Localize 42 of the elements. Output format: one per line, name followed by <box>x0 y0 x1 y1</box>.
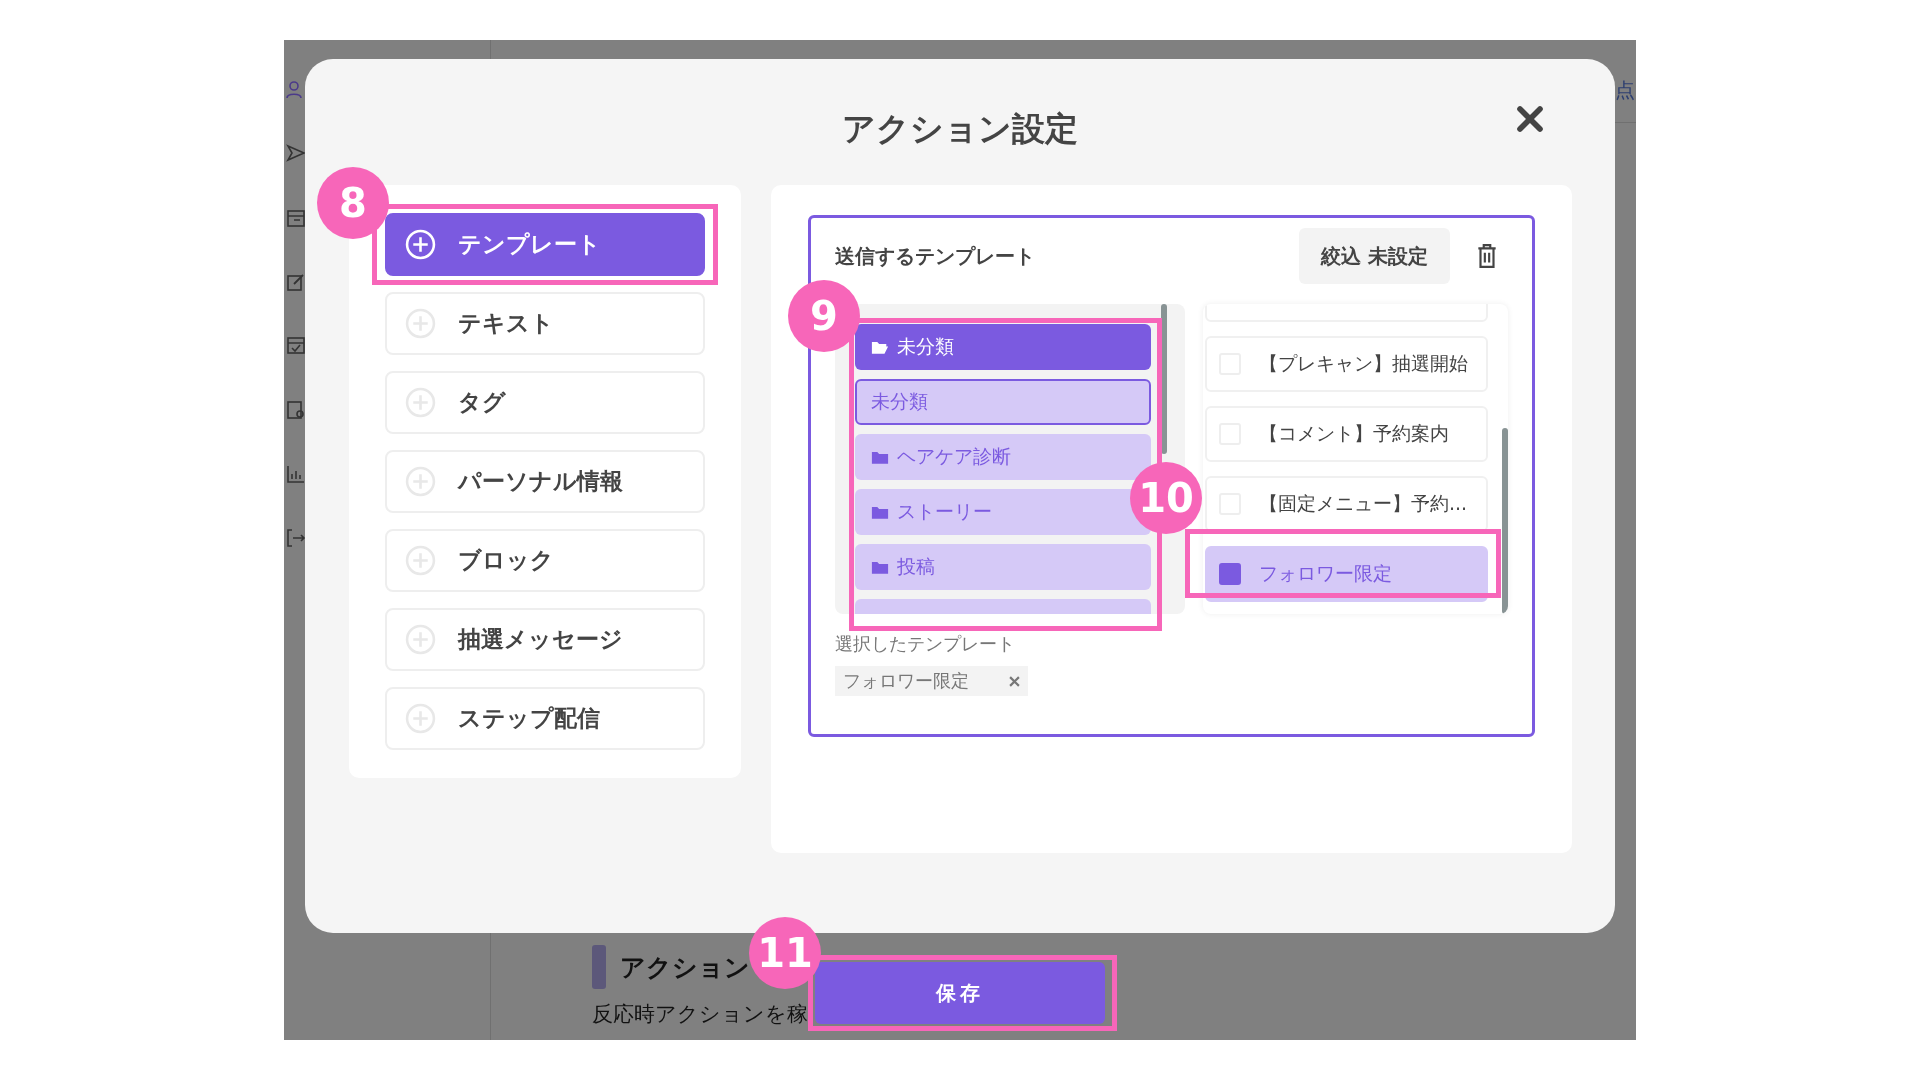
modal-title: アクション設定 <box>842 107 1078 150</box>
action-type-button[interactable]: テキスト <box>385 292 705 355</box>
accent-bar <box>592 945 606 989</box>
template-name: フォロワー限定 <box>1259 561 1392 586</box>
action-type-button[interactable]: タグ <box>385 371 705 434</box>
template-name: 【固定メニュー】予約... <box>1259 491 1468 516</box>
section-heading: 送信するテンプレート <box>835 242 1036 270</box>
logout-icon[interactable] <box>286 528 306 548</box>
description-text: 反応時アクションを稼 <box>592 1001 808 1027</box>
heading-text: 点 <box>1615 78 1635 102</box>
template-name: 【コメント】予約案内 <box>1259 421 1449 446</box>
folder-icon <box>871 559 889 575</box>
trash-icon[interactable] <box>1476 243 1498 269</box>
folder-icon <box>871 504 889 520</box>
field-label: 選択したテンプレート <box>835 632 1016 656</box>
add-icon <box>405 229 436 260</box>
calendar-icon[interactable] <box>286 335 306 355</box>
close-icon[interactable] <box>1515 104 1545 134</box>
template-item[interactable]: 【プレキャン】抽選開始 <box>1205 336 1488 392</box>
remove-icon[interactable] <box>1009 675 1020 687</box>
folder-icon <box>871 449 889 465</box>
section-title: アクション <box>620 951 750 984</box>
action-type-button[interactable]: テンプレート <box>385 213 705 276</box>
send-icon[interactable] <box>286 143 306 163</box>
action-type-button[interactable]: パーソナル情報 <box>385 450 705 513</box>
action-type-button[interactable]: 抽選メッセージ <box>385 608 705 671</box>
folder-item[interactable]: 未分類 <box>855 324 1151 370</box>
edit-icon[interactable] <box>286 272 306 292</box>
action-type-button[interactable]: ステップ配信 <box>385 687 705 750</box>
chart-icon[interactable] <box>286 464 306 484</box>
tag-text: フォロワー限定 <box>843 669 969 693</box>
scrollbar-thumb[interactable] <box>1161 304 1167 454</box>
action-type-button[interactable]: ブロック <box>385 529 705 592</box>
document-search-icon[interactable] <box>286 400 306 420</box>
filter-button[interactable]: 絞込 未設定 <box>1299 228 1450 284</box>
save-button[interactable]: 保存 <box>815 962 1105 1024</box>
template-item[interactable]: 【固定メニュー】予約... <box>1205 476 1488 532</box>
scrollbar-thumb[interactable] <box>1502 428 1508 614</box>
open-folder-icon <box>871 339 889 355</box>
template-item[interactable]: 【コメント】予約案内 <box>1205 406 1488 462</box>
checkbox[interactable] <box>1219 563 1241 585</box>
template-name: 【プレキャン】抽選開始 <box>1259 351 1468 376</box>
